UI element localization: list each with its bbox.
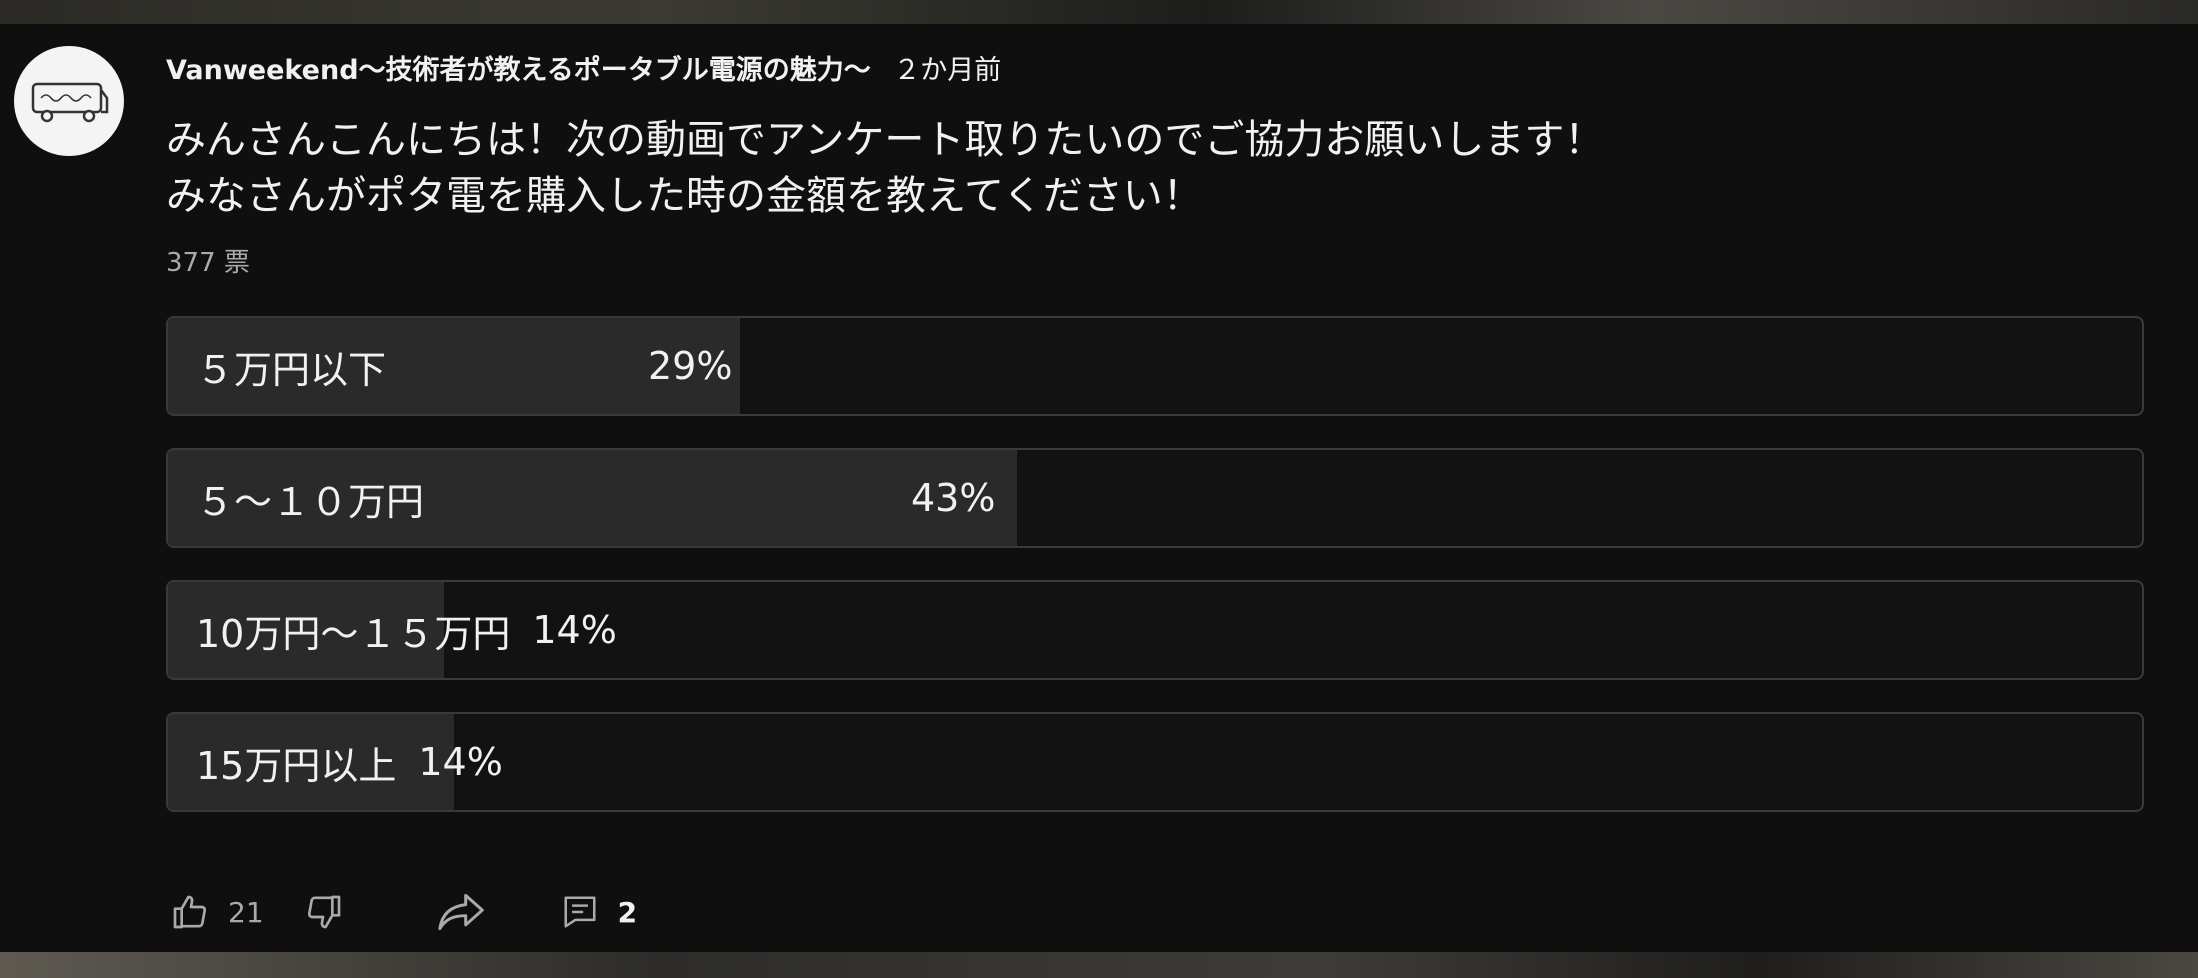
poll-option-1[interactable]: ５万円以下 29% (166, 316, 2144, 416)
van-logo-icon (31, 82, 109, 123)
poll-option-percent: 14% (418, 740, 503, 784)
poll-option-label: 10万円〜１５万円 (196, 611, 511, 656)
share-button[interactable] (438, 888, 486, 936)
dislike-button[interactable] (300, 888, 348, 936)
poll-option-4[interactable]: 15万円以上 14% (166, 712, 2144, 812)
poll-option-label: 15万円以上 (196, 743, 397, 788)
poll-option-2[interactable]: ５〜１０万円 43% (166, 448, 2144, 548)
action-bar: 21 2 (166, 884, 637, 940)
share-icon (438, 893, 484, 931)
poll-option-percent: 14% (532, 608, 617, 652)
poll-option-row: 10万円〜１５万円 14% (196, 582, 617, 678)
channel-avatar[interactable] (14, 46, 124, 156)
background-video-top (0, 0, 2198, 24)
poll-option-percent: 43% (911, 476, 996, 520)
like-button[interactable] (166, 888, 214, 936)
vote-count: 377 票 (166, 248, 250, 278)
background-video-bottom (0, 952, 2198, 978)
poll-option-row: 15万円以上 14% (196, 714, 503, 810)
post-body: みんさんこんにちは！次の動画でアンケート取りたいのでご協力お願いします！ みなさ… (166, 112, 1604, 224)
poll-option-3[interactable]: 10万円〜１５万円 14% (166, 580, 2144, 680)
reply-count: 2 (617, 895, 638, 929)
thumb-up-icon (173, 895, 207, 929)
comment-button[interactable] (556, 888, 604, 936)
post-header: Vanweekend〜技術者が教えるポータブル電源の魅力〜 ２か月前 (166, 48, 1001, 87)
thumb-down-icon (307, 895, 340, 929)
poll-option-percent: 29% (648, 344, 733, 388)
channel-name[interactable]: Vanweekend〜技術者が教えるポータブル電源の魅力〜 (166, 55, 871, 86)
poll-option-label: ５〜１０万円 (196, 479, 425, 524)
community-post: Vanweekend〜技術者が教えるポータブル電源の魅力〜 ２か月前 みんさんこ… (0, 24, 2198, 952)
post-text-line-1: みんさんこんにちは！次の動画でアンケート取りたいのでご協力お願いします！ (166, 117, 1605, 163)
poll-option-label: ５万円以下 (196, 347, 387, 392)
post-time[interactable]: ２か月前 (893, 55, 1001, 86)
comment-icon (564, 896, 596, 928)
like-count: 21 (228, 895, 264, 929)
post-text-line-2: みなさんがポタ電を購入した時の金額を教えてください！ (166, 173, 1203, 219)
